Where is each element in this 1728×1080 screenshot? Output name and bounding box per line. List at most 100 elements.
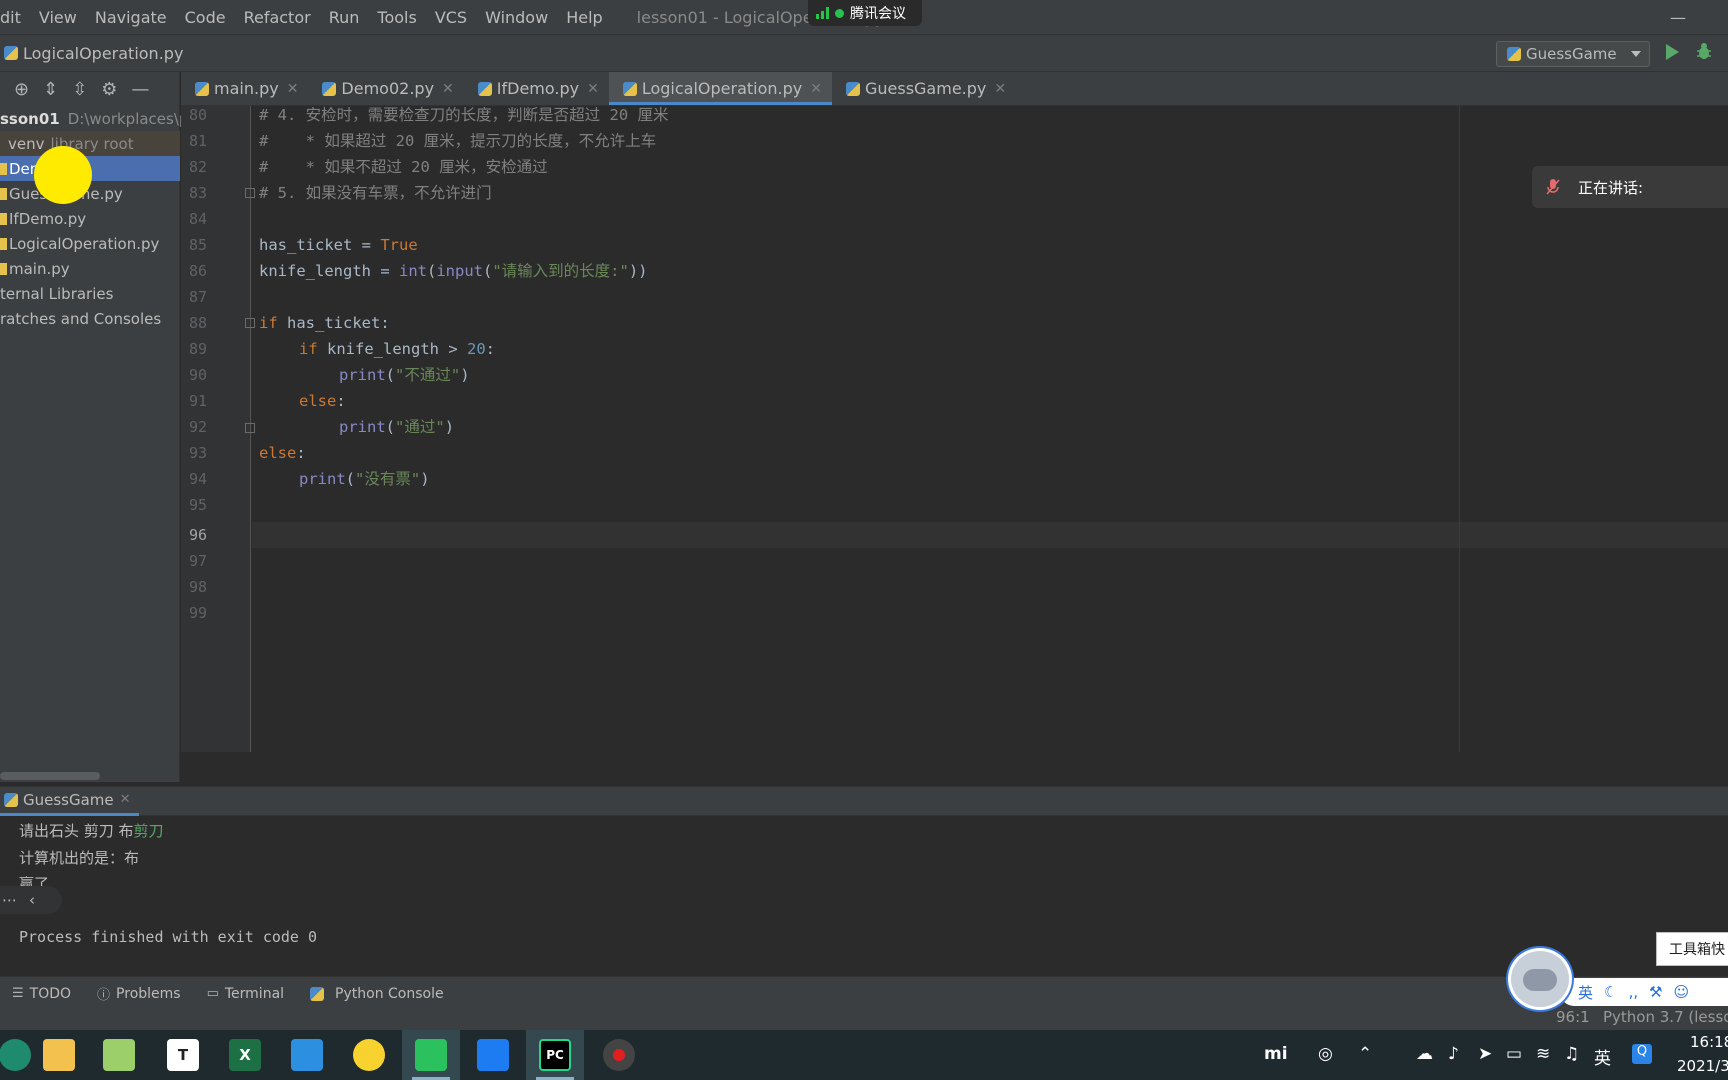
editor-tabs: main.py ✕ Demo02.py ✕ IfDemo.py ✕ Logica…	[181, 72, 1728, 106]
menu-vcs[interactable]: VCS	[435, 8, 467, 27]
tree-item-scratches[interactable]: ratches and Consoles	[0, 306, 180, 331]
tool-tab-todo[interactable]: ☰ TODO	[12, 986, 71, 1002]
taskbar-notepad[interactable]	[90, 1030, 148, 1080]
run-console[interactable]	[0, 816, 1728, 976]
avatar-face	[1523, 969, 1557, 991]
taskbar-pycharm[interactable]: PC	[526, 1030, 584, 1080]
hide-panel-icon[interactable]: —	[131, 79, 149, 100]
debug-bug-icon[interactable]	[1696, 42, 1712, 60]
taskbar-vscode[interactable]	[278, 1030, 336, 1080]
meeting-indicator[interactable]: 腾讯会议	[808, 0, 922, 26]
fold-marker-icon[interactable]	[245, 318, 255, 328]
identifier: has_ticket	[259, 236, 353, 254]
breadcrumb[interactable]: LogicalOperation.py	[4, 44, 183, 63]
code-text: :	[296, 444, 306, 462]
keyword: if	[259, 314, 278, 332]
meeting-label: 腾讯会议	[850, 6, 906, 22]
wifi-icon[interactable]: ≋	[1536, 1044, 1550, 1064]
python-icon	[4, 792, 18, 807]
console-toolbar: ⋯ ‹	[0, 886, 62, 914]
taskbar-recorder[interactable]	[590, 1030, 648, 1080]
wrench-icon[interactable]: ⚒	[1649, 983, 1662, 1001]
menu-navigate[interactable]: Navigate	[95, 8, 167, 27]
close-icon[interactable]: ✕	[810, 81, 822, 97]
gear-icon[interactable]: ⚙	[101, 79, 117, 100]
interpreter-status[interactable]: Python 3.7 (lesso	[1603, 1008, 1728, 1026]
tool-tab-python-console[interactable]: Python Console	[310, 986, 444, 1002]
moon-icon[interactable]: ☾	[1604, 983, 1617, 1001]
tree-item-external-libraries[interactable]: ternal Libraries	[0, 281, 180, 306]
ime-language[interactable]: 英	[1578, 982, 1593, 1003]
close-icon[interactable]: ✕	[442, 81, 454, 97]
tool-tab-terminal[interactable]: ▭ Terminal	[207, 986, 284, 1002]
tab-guessgame[interactable]: GuessGame.py ✕	[832, 72, 1016, 105]
microphone-icon[interactable]: ♪	[1448, 1044, 1459, 1064]
taskbar-feishu[interactable]	[464, 1030, 522, 1080]
punctuation-icon[interactable]: ‚‚	[1628, 983, 1638, 1001]
search-app-icon[interactable]: Q	[1632, 1044, 1652, 1064]
caret-position[interactable]: 96:1	[1556, 1008, 1590, 1026]
toolbox-tooltip[interactable]: 工具箱快	[1656, 932, 1728, 966]
ime-avatar[interactable]	[1508, 948, 1572, 1010]
tab-label: main.py	[214, 79, 279, 98]
menu-refactor[interactable]: Refactor	[244, 8, 311, 27]
input-language[interactable]: 英	[1594, 1044, 1611, 1069]
menu-tools[interactable]: Tools	[377, 8, 416, 27]
taskbar-qqmusic[interactable]	[340, 1030, 398, 1080]
volume-icon[interactable]: ♫	[1564, 1044, 1579, 1064]
menu-help[interactable]: Help	[566, 8, 602, 27]
builtin: input	[436, 262, 483, 280]
expand-all-icon[interactable]: ⇕	[43, 79, 58, 100]
mi-icon[interactable]: mi	[1264, 1044, 1288, 1064]
chevron-left-icon[interactable]: ‹	[29, 891, 35, 909]
taskbar-explorer[interactable]	[30, 1030, 88, 1080]
menu-edit[interactable]: dit	[0, 8, 21, 27]
horizontal-scrollbar[interactable]	[0, 772, 100, 780]
cloud-icon[interactable]: ☁	[1416, 1044, 1433, 1064]
menu-window[interactable]: Window	[485, 8, 548, 27]
browser-tray-icon[interactable]: ◎	[1318, 1044, 1333, 1064]
python-file-icon	[477, 81, 492, 96]
clock-time[interactable]: 16:18	[1690, 1033, 1728, 1051]
battery-icon[interactable]: ▭	[1506, 1044, 1522, 1064]
tree-root[interactable]: sson01 D:\workplaces\py	[0, 106, 197, 131]
code-line: knife_length = int(input("请输入到的长度:"))	[259, 258, 648, 284]
run-tab-guessgame[interactable]: GuessGame ✕	[0, 786, 139, 816]
taskbar-excel[interactable]: X	[216, 1030, 274, 1080]
run-icon[interactable]	[1666, 44, 1679, 60]
close-icon[interactable]: ✕	[120, 792, 131, 807]
tab-logicaloperation[interactable]: LogicalOperation.py ✕	[608, 72, 833, 105]
minimize-icon[interactable]: —	[1670, 8, 1686, 27]
paren: )	[460, 366, 470, 384]
close-icon[interactable]: ✕	[994, 81, 1006, 97]
tab-ifdemo[interactable]: IfDemo.py ✕	[464, 72, 609, 105]
tab-demo02[interactable]: Demo02.py ✕	[308, 72, 463, 105]
close-icon[interactable]: ✕	[587, 81, 599, 97]
collapse-all-icon[interactable]: ⇳	[72, 79, 87, 100]
status-bar	[0, 1010, 1728, 1030]
more-icon[interactable]: ⋯	[2, 891, 17, 909]
tab-label: IfDemo.py	[496, 79, 580, 98]
menu-run[interactable]: Run	[329, 8, 360, 27]
menu-view[interactable]: View	[39, 8, 77, 27]
tree-item-main[interactable]: main.py	[0, 256, 180, 281]
emoji-icon[interactable]: ☺	[1673, 983, 1689, 1001]
close-icon[interactable]: ✕	[287, 81, 299, 97]
tree-item-venv[interactable]: venv library root	[0, 131, 180, 156]
run-configuration-select[interactable]: GuessGame	[1496, 41, 1650, 67]
taskbar-wechat[interactable]	[402, 1030, 460, 1080]
send-icon[interactable]: ➤	[1478, 1044, 1492, 1064]
current-line-highlight	[252, 522, 1728, 548]
tree-item-ifdemo[interactable]: IfDemo.py	[0, 206, 180, 231]
locate-icon[interactable]: ⊕	[14, 79, 29, 100]
tab-main[interactable]: main.py ✕	[181, 72, 308, 105]
fold-marker-icon[interactable]	[245, 423, 255, 433]
menu-code[interactable]: Code	[185, 8, 226, 27]
clock-date[interactable]: 2021/3	[1677, 1057, 1728, 1075]
tree-item-logicaloperation[interactable]: LogicalOperation.py	[0, 231, 180, 256]
tool-tab-problems[interactable]: ⓘ Problems	[97, 984, 181, 1004]
chevron-up-icon[interactable]: ⌃	[1358, 1044, 1372, 1064]
taskbar-typora[interactable]: T	[154, 1030, 212, 1080]
speaking-indicator: 正在讲话:	[1532, 166, 1728, 208]
fold-marker-icon[interactable]	[245, 188, 255, 198]
